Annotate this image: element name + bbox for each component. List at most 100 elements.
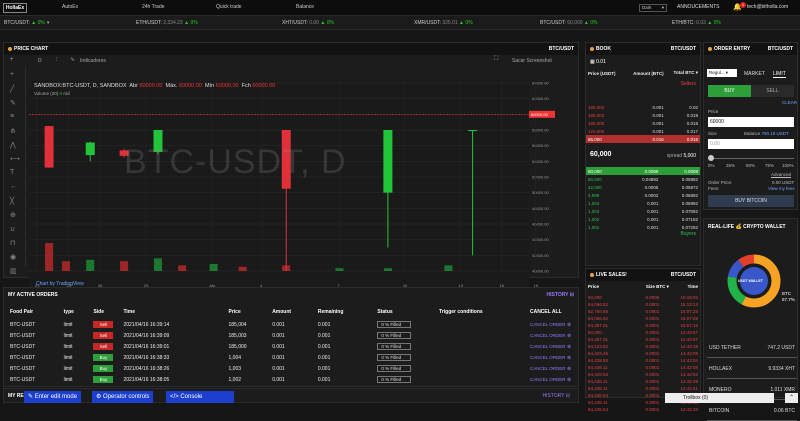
candle-body[interactable] [85, 142, 95, 156]
cancel-icon[interactable]: ⊗ [566, 377, 571, 383]
order-type-select[interactable]: Regul... ▾ [707, 69, 737, 77]
fib-icon[interactable]: ≡ [10, 113, 14, 120]
nav-balance[interactable]: Balance [296, 4, 314, 10]
lock-icon[interactable]: ⊓ [10, 239, 15, 247]
pct-25[interactable]: 25% [726, 163, 735, 168]
ticker-item[interactable]: ETH/USDT: 2,334.23 ▲ 0% [136, 20, 198, 26]
ask-row[interactable]: 120,000 0.001 0.017 [586, 127, 700, 135]
advanced-link[interactable]: Advanced [771, 172, 791, 177]
theme-select[interactable]: Dark ▾ [639, 4, 667, 12]
cancel-order-button[interactable]: CANCEL ORDER ⊗ [526, 364, 576, 373]
history-link[interactable]: HISTORY ⊟ [547, 288, 574, 302]
cancel-icon[interactable]: ⊗ [566, 366, 571, 372]
pct-100[interactable]: 100% [782, 163, 794, 168]
ask-row[interactable]: 185,004 0.001 0.02 [586, 103, 700, 111]
ticker-item[interactable]: XMR/USDT: 325.01 ▲ 0% [414, 20, 473, 26]
cancel-order-button[interactable]: CANCEL ORDER ⊗ [526, 342, 576, 351]
slider-handle[interactable] [708, 155, 714, 161]
chevron-up-icon[interactable]: ⌃ [785, 393, 798, 403]
operator-controls-button[interactable]: ⚙ Operator controls [92, 391, 154, 403]
buy-bitcoin-button[interactable]: BUY BITCOIN [708, 195, 794, 207]
trollbox-bar[interactable]: Trollbox (0) [665, 393, 774, 403]
candlestick-chart[interactable]: 64000.00 62000.00 60000.00 58000.00 56000.00… [29, 81, 555, 293]
zoom-icon[interactable]: ⊕ [10, 211, 16, 219]
screenshot-button[interactable]: Sacar Screenshot [512, 58, 552, 64]
announcements-link[interactable]: ANNOUCEMENTS [677, 4, 720, 10]
pct-75[interactable]: 75% [765, 163, 774, 168]
plus-icon[interactable]: + [10, 57, 14, 63]
crosshair-icon[interactable]: + [10, 71, 14, 78]
price-input[interactable]: 60000 [708, 117, 794, 127]
magnet-icon[interactable]: ∪ [10, 225, 15, 233]
indicators-button[interactable]: Indicadores [80, 58, 106, 64]
exchange-logo[interactable]: HollaEx [3, 3, 27, 13]
measure-icon[interactable]: ⟷ [10, 155, 20, 163]
cancel-order-label[interactable]: CANCEL ORDER [530, 355, 566, 360]
bid-row[interactable]: 4,999 0.0002 0.06892 [586, 191, 700, 199]
ask-row[interactable]: 185,003 0.001 0.019 [586, 111, 700, 119]
bid-row[interactable]: 1,001 0.001 0.07292 [586, 223, 700, 231]
ticker-item[interactable]: XHT/USDT: 0.00 ▲ 0% [282, 20, 334, 26]
fees-link[interactable]: View my fees [768, 186, 795, 191]
candle-body[interactable] [468, 130, 478, 131]
bid-row[interactable]: 1,002 0.001 0.07192 [586, 215, 700, 223]
candles-icon[interactable]: ⫶ [56, 57, 58, 64]
pct-50[interactable]: 50% [746, 163, 755, 168]
limit-tab[interactable]: LIMIT [773, 71, 786, 78]
cancel-icon[interactable]: ⊗ [566, 322, 571, 328]
bid-row[interactable]: 60,000 0.0099 0.0099 [586, 167, 700, 175]
pitchfork-icon[interactable]: ⋔ [10, 127, 16, 135]
sell-toggle[interactable]: SELL [751, 85, 794, 97]
ticker-item[interactable]: BTC/USDT: ▲ 0% ▾ [4, 20, 49, 26]
bid-row[interactable]: 42,000 0.0005 0.05872 [586, 183, 700, 191]
size-input[interactable]: 0.00 [708, 139, 794, 149]
cancel-order-label[interactable]: CANCEL ORDER [530, 322, 566, 327]
book-step[interactable]: ▦ 0.01 [590, 59, 606, 65]
bid-row[interactable]: 1,004 0.001 0.06992 [586, 199, 700, 207]
clear-button[interactable]: CLEAR [782, 100, 797, 105]
edit-mode-button[interactable]: ✎ Enter edit mode [24, 391, 82, 403]
cancel-all-button[interactable]: CANCEL ALL [526, 306, 576, 318]
interval-select[interactable]: D [38, 58, 42, 64]
trash-icon[interactable]: ▥ [10, 267, 17, 275]
indicators-icon[interactable]: ∿ [70, 56, 75, 63]
back-icon[interactable]: ← [10, 183, 17, 190]
candle-body[interactable] [383, 130, 393, 193]
pct-0[interactable]: 0% [708, 163, 715, 168]
nav-quick-trade[interactable]: Quick trade [216, 4, 242, 10]
cancel-icon[interactable]: ⊗ [566, 333, 571, 339]
cancel-order-button[interactable]: CANCEL ORDER ⊗ [526, 353, 576, 362]
brush-icon[interactable]: ✎ [10, 99, 16, 107]
pattern-icon[interactable]: ⋀ [10, 141, 16, 149]
ticker-item[interactable]: ETH/BTC: 0.03 ▲ 0% [672, 20, 721, 26]
ask-row[interactable]: 65,000 0.016 0.016 [586, 135, 700, 143]
cancel-order-label[interactable]: CANCEL ORDER [530, 333, 566, 338]
candle-body[interactable] [44, 126, 54, 168]
bid-row[interactable]: 1,003 0.001 0.07092 [586, 207, 700, 215]
buy-toggle[interactable]: BUY [708, 85, 751, 97]
recent-history-link[interactable]: HISTORY ⊟ [542, 393, 570, 399]
nav-autoex[interactable]: AutoEx [62, 4, 78, 10]
ask-row[interactable]: 185,000 0.001 0.018 [586, 119, 700, 127]
console-button[interactable]: </> Console [166, 391, 234, 403]
ruler-icon[interactable]: ╳ [10, 197, 14, 205]
cancel-order-label[interactable]: CANCEL ORDER [530, 377, 566, 382]
bid-row[interactable]: 50,000 0.04892 0.05882 [586, 175, 700, 183]
wallet-row[interactable]: HOLLAEX 9.9334 XHT [707, 358, 797, 379]
user-email[interactable]: tech@bitholla.com [747, 4, 788, 10]
fullscreen-icon[interactable]: ⛶ [494, 56, 498, 63]
trendline-icon[interactable]: ╱ [10, 85, 14, 93]
cancel-order-button[interactable]: CANCEL ORDER ⊗ [526, 375, 576, 384]
market-tab[interactable]: MARKET [744, 71, 765, 77]
ticker-item[interactable]: BTC/USDT: 60,000 ▲ 0% [540, 20, 598, 26]
wallet-row[interactable]: USD TETHER 747.2 USDT [707, 337, 797, 358]
cancel-icon[interactable]: ⊗ [566, 355, 571, 361]
eye-icon[interactable]: ◉ [10, 253, 16, 261]
cancel-order-button[interactable]: CANCEL ORDER ⊗ [526, 320, 576, 329]
cancel-icon[interactable]: ⊗ [566, 344, 571, 350]
cancel-order-button[interactable]: CANCEL ORDER ⊗ [526, 331, 576, 340]
nav-24h-trade[interactable]: 24h Trade [142, 4, 165, 10]
wallet-row[interactable]: BITCOIN 0.06 BTC [707, 400, 797, 421]
text-icon[interactable]: T [10, 169, 14, 176]
cancel-order-label[interactable]: CANCEL ORDER [530, 344, 566, 349]
